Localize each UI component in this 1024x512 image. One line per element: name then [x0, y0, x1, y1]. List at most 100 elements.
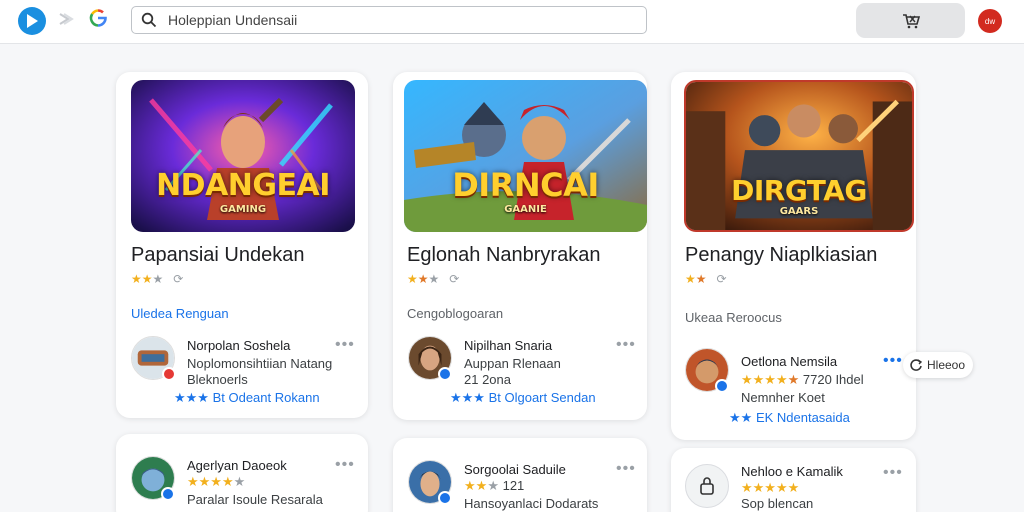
game-title-2[interactable]: Eglonah Nanbryrakan: [407, 244, 600, 267]
game-banner-1[interactable]: NDANGEAI GAMING: [131, 80, 355, 232]
reviewer-name: Sorgoolai Saduile: [464, 462, 566, 477]
download-icon: ⟳: [442, 272, 460, 286]
review-card-6[interactable]: Nehloo e Kamalik ★★★★★ Sop blencan •••: [671, 448, 916, 512]
review-footer-1[interactable]: ★★★ Bt Odeant Rokann: [174, 390, 320, 406]
verified-badge-icon: [715, 379, 729, 393]
game-banner-3[interactable]: DIRGTAG GAARS: [684, 80, 914, 232]
more-dots-icon[interactable]: •••: [616, 460, 636, 478]
reviewer-name: Agerlyan Daoeok: [187, 458, 287, 473]
review-rating-text: 121: [502, 478, 525, 493]
banner-title-3: DIRGTAG: [731, 174, 867, 207]
more-dots-icon[interactable]: •••: [616, 336, 636, 354]
review-text-line-1: Auppan Rlenaan: [464, 356, 561, 371]
search-query-text: Holeppian Undensaii: [168, 12, 298, 28]
game-banner-2[interactable]: DIRNCAI GAANIE: [404, 80, 647, 232]
lock-icon: [700, 477, 714, 495]
reviewer-name: Nehloo e Kamalik: [741, 464, 843, 479]
game-card-1[interactable]: NDANGEAI GAMING Papansiai Undekan ★★★ ⟳ …: [116, 72, 368, 418]
star-icon: ★★★★: [741, 372, 788, 387]
review-footer-3[interactable]: ★★ EK Ndentasaida: [729, 410, 850, 426]
star-icon: ★: [407, 272, 418, 286]
rating-row-3: ★★ ⟳: [685, 272, 727, 286]
game-title-3[interactable]: Penangy Niaplkiasian: [685, 244, 877, 267]
review-rating-line: ★★★★★: [741, 480, 799, 496]
review-footer-text: Bt Odeant Rokann: [212, 390, 320, 405]
floating-tag[interactable]: Hleeoo: [903, 352, 974, 378]
cart-icon: [902, 13, 920, 28]
google-g-icon: [88, 8, 108, 30]
star-icon: ★★: [464, 478, 488, 493]
section-link-2[interactable]: Cengoblogoaran: [407, 306, 503, 321]
review-text-line-1: Sop blencan: [741, 496, 814, 511]
banner-title-2: DIRNCAI: [452, 166, 599, 204]
game-card-3[interactable]: DIRGTAG GAARS Penangy Niaplkiasian ★★ ⟳ …: [671, 72, 916, 440]
star-icon: ★★★★: [187, 474, 234, 489]
star-icon: ★: [695, 272, 707, 286]
section-link-3[interactable]: Ukeaa Reroocus: [685, 310, 782, 325]
download-icon: ⟳: [709, 272, 727, 286]
star-half-icon: ★: [152, 272, 164, 286]
review-text-line-2: Bleknoerls: [187, 372, 248, 387]
rating-row-2: ★★★ ⟳: [407, 272, 459, 286]
account-avatar[interactable]: dw: [978, 9, 1002, 33]
review-footer-2[interactable]: ★★★ Bt Olgoart Sendan: [450, 390, 596, 406]
star-half-icon: ★: [428, 272, 440, 286]
review-footer-text: Bt Olgoart Sendan: [488, 390, 596, 405]
review-item-5: Sorgoolai Saduile ★★★ 121 Hansoyanlaci D…: [408, 460, 638, 512]
rating-row-1: ★★★ ⟳: [131, 272, 183, 286]
star-icon: ★★★: [450, 390, 485, 405]
review-item-6: Nehloo e Kamalik ★★★★★ Sop blencan •••: [685, 464, 910, 512]
review-rating-line: ★★★★★ 7720 Ihdel: [741, 372, 864, 388]
verified-badge-icon: [162, 367, 176, 381]
game-card-2[interactable]: DIRNCAI GAANIE Eglonah Nanbryrakan ★★★ ⟳…: [393, 72, 647, 420]
review-text-line-1: Paralar Isoule Resarala: [187, 492, 323, 507]
review-text-line-1: Hansoyanlaci Dodarats: [464, 496, 599, 511]
reviewer-name: Norpolan Soshela: [187, 338, 291, 353]
star-icon: ★★: [729, 410, 753, 425]
forward-arrow-icon[interactable]: [58, 10, 74, 30]
star-icon: ★: [417, 272, 429, 286]
star-icon: ★: [685, 272, 696, 286]
review-item-4: Agerlyan Daoeok ★★★★★ Paralar Isoule Res…: [131, 456, 361, 512]
verified-badge-icon: [161, 487, 175, 501]
more-dots-icon[interactable]: •••: [883, 352, 903, 370]
star-icon: ★★★: [174, 390, 209, 405]
star-icon: ★★: [131, 272, 153, 286]
reviewer-name: Oetlona Nemsila: [741, 354, 838, 369]
review-rating-line: ★★★ 121: [464, 478, 524, 494]
review-text-line-2: 21 2ona: [464, 372, 511, 387]
play-logo-icon[interactable]: [18, 7, 46, 35]
floating-tag-label: Hleeoo: [927, 358, 966, 372]
review-rating-text: 7720 Ihdel: [802, 372, 864, 387]
search-input[interactable]: Holeppian Undensaii: [131, 6, 647, 34]
app-placeholder-avatar[interactable]: [685, 464, 729, 508]
star-icon: ★★★★★: [741, 480, 800, 495]
more-dots-icon[interactable]: •••: [335, 456, 355, 474]
banner-subtitle-3: GAARS: [779, 206, 819, 217]
section-link-1[interactable]: Uledea Renguan: [131, 306, 229, 321]
banner-subtitle-1: GAMING: [219, 204, 267, 215]
banner-subtitle-2: GAANIE: [504, 204, 547, 215]
review-text-line-1: Noplomonsihtiian Natang: [187, 356, 333, 371]
star-icon: ★: [787, 372, 800, 387]
search-icon: [141, 12, 157, 28]
review-footer-text: EK Ndentasaida: [755, 410, 850, 425]
review-item-3: Oetlona Nemsila ★★★★★ 7720 Ihdel Nemnher…: [685, 348, 910, 418]
top-bar: Holeppian Undensaii dw: [0, 0, 1024, 44]
download-icon: ⟳: [166, 272, 184, 286]
star-half-icon: ★: [487, 478, 499, 493]
verified-badge-icon: [438, 491, 452, 505]
review-card-4[interactable]: Agerlyan Daoeok ★★★★★ Paralar Isoule Res…: [116, 434, 368, 512]
more-dots-icon[interactable]: •••: [883, 464, 903, 482]
review-rating-line: ★★★★★: [187, 474, 245, 490]
cart-button[interactable]: [856, 3, 965, 38]
review-card-5[interactable]: Sorgoolai Saduile ★★★ 121 Hansoyanlaci D…: [393, 438, 647, 512]
banner-title-1: NDANGEAI: [156, 168, 330, 203]
star-half-icon: ★: [233, 474, 246, 489]
verified-badge-icon: [438, 367, 452, 381]
review-text-line-2: Nemnher Koet: [741, 390, 825, 405]
reviewer-name: Nipilhan Snaria: [464, 338, 553, 353]
refresh-icon: [910, 359, 923, 371]
game-title-1[interactable]: Papansiai Undekan: [131, 244, 304, 267]
more-dots-icon[interactable]: •••: [335, 336, 355, 354]
